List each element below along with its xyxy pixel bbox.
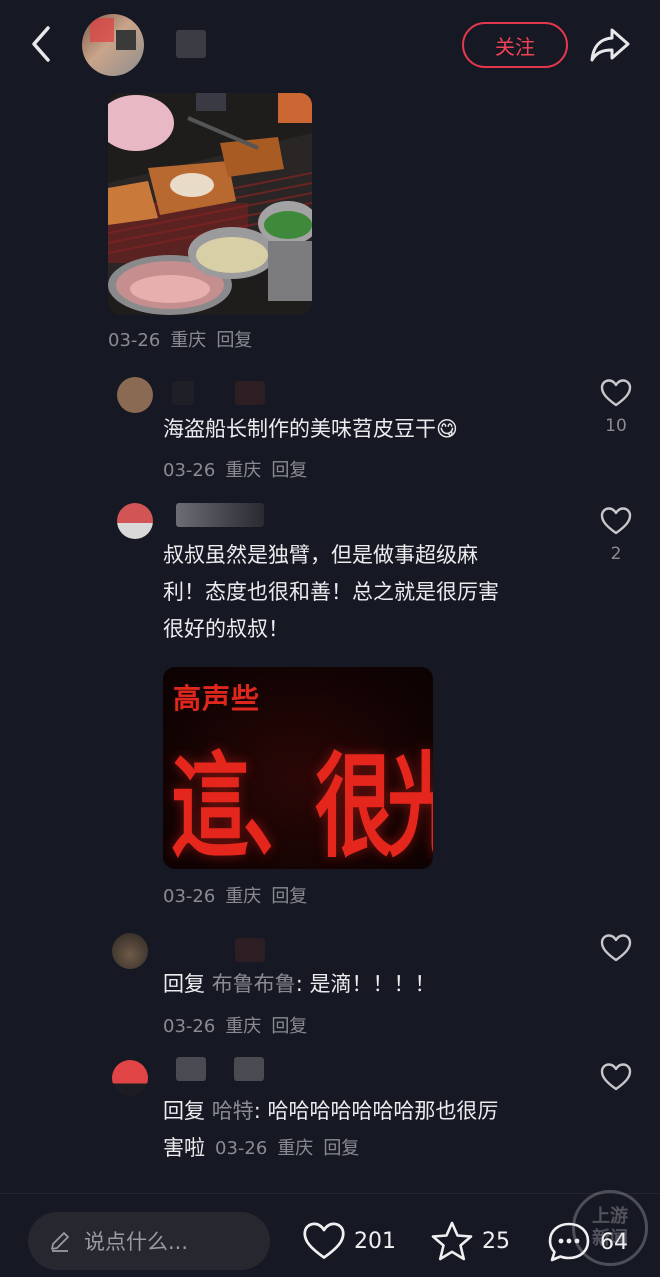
like-count: 201 xyxy=(354,1228,396,1254)
watermark-line: 新闻 xyxy=(592,1228,628,1249)
comment-username-blurred[interactable] xyxy=(176,503,264,527)
comment-text-body: 海盗船长制作的美味苕皮豆干 xyxy=(163,417,436,441)
heart-icon xyxy=(303,1222,345,1259)
reply-text-body: : 哈哈哈哈哈哈哈那也很厉 xyxy=(253,1099,499,1123)
comment-avatar[interactable] xyxy=(117,377,153,413)
shangyou-news-watermark: 上游 新闻 xyxy=(572,1190,648,1266)
heart-icon xyxy=(600,379,632,407)
follow-button[interactable]: 关注 xyxy=(462,22,568,68)
comment-meta: 03-26 重庆 回复 xyxy=(163,456,317,482)
reply-text: 回复 哈特: 哈哈哈哈哈哈哈那也很厉 害啦 03-26 重庆 回复 xyxy=(163,1093,563,1167)
comment-like-button[interactable]: 10 xyxy=(596,378,636,436)
reply-like-button[interactable] xyxy=(596,1062,636,1096)
favorite-button[interactable]: 25 xyxy=(430,1220,510,1262)
comment-sticker-image[interactable]: 高声些 這、很光彩! xyxy=(163,667,433,869)
comment-like-button[interactable]: 2 xyxy=(596,506,636,564)
comment-like-count: 10 xyxy=(605,416,627,436)
post-image-food-grill[interactable] xyxy=(108,93,312,315)
comment-meta: 03-26 重庆 回复 xyxy=(163,882,317,908)
heart-icon xyxy=(600,1063,632,1091)
reply-mention[interactable]: 布鲁布鲁 xyxy=(212,972,296,996)
reply-meta: 03-26 重庆 回复 xyxy=(163,1012,317,1038)
yum-emoji: 😋 xyxy=(436,417,458,441)
watermark-line: 上游 xyxy=(592,1206,628,1227)
comment-text-line: 很好的叔叔！ xyxy=(163,617,289,641)
comment-input[interactable]: 说点什么... xyxy=(28,1212,270,1270)
heart-icon xyxy=(600,934,632,962)
like-button[interactable]: 201 xyxy=(302,1220,396,1262)
reply-text-body: : 是滴！！！！ xyxy=(295,972,436,996)
reply-location: 重庆 xyxy=(277,1138,314,1159)
comment-date: 03-26 xyxy=(163,886,216,907)
share-button[interactable] xyxy=(586,22,634,66)
comment-text-line: 利！态度也很和善！总之就是很厉害 xyxy=(163,580,499,604)
author-name-blurred[interactable] xyxy=(176,30,206,58)
reply-text: 回复 布鲁布鲁: 是滴！！！！ xyxy=(163,966,435,1003)
comment-location: 重庆 xyxy=(225,886,262,907)
heart-icon xyxy=(600,507,632,535)
reply-like-button[interactable] xyxy=(596,933,636,967)
reply-prefix: 回复 xyxy=(163,972,205,996)
reply-text-line: 害啦 xyxy=(163,1136,205,1160)
reply-avatar[interactable] xyxy=(112,933,148,969)
back-button[interactable] xyxy=(22,22,62,66)
post-date: 03-26 xyxy=(108,330,161,351)
author-avatar[interactable] xyxy=(82,14,144,76)
reply-username-blurred[interactable] xyxy=(235,938,265,962)
pencil-icon xyxy=(51,1232,69,1252)
comment-text-line: 叔叔虽然是独臂，但是做事超级麻 xyxy=(163,543,478,567)
reply-username-blurred[interactable] xyxy=(234,1057,264,1081)
sticker-small-text: 高声些 xyxy=(173,682,261,715)
comment-text: 海盗船长制作的美味苕皮豆干😋 xyxy=(163,411,458,448)
chevron-left-icon xyxy=(32,26,50,62)
bottom-divider xyxy=(0,1193,660,1194)
star-icon xyxy=(431,1221,473,1261)
comment-date: 03-26 xyxy=(163,460,216,481)
post-meta: 03-26 重庆 回复 xyxy=(108,326,262,352)
comment-input-placeholder: 说点什么... xyxy=(84,1230,189,1254)
share-icon xyxy=(590,28,630,62)
comment-like-count: 2 xyxy=(610,544,622,564)
reply-meta: 03-26 重庆 回复 xyxy=(215,1130,369,1167)
reply-avatar[interactable] xyxy=(112,1060,148,1096)
post-reply-link[interactable]: 回复 xyxy=(216,330,252,351)
comment-username-blurred[interactable] xyxy=(172,381,194,405)
comment-location: 重庆 xyxy=(225,460,262,481)
comment-reply-link[interactable]: 回复 xyxy=(271,886,307,907)
reply-username-blurred[interactable] xyxy=(176,1057,206,1081)
comment-text: 叔叔虽然是独臂，但是做事超级麻 利！态度也很和善！总之就是很厉害 很好的叔叔！ xyxy=(163,537,563,648)
reply-date: 03-26 xyxy=(215,1138,268,1159)
comment-avatar[interactable] xyxy=(117,503,153,539)
comment-reply-link[interactable]: 回复 xyxy=(271,460,307,481)
reply-date: 03-26 xyxy=(163,1016,216,1037)
reply-location: 重庆 xyxy=(225,1016,262,1037)
reply-reply-link[interactable]: 回复 xyxy=(271,1016,307,1037)
comment-username-blurred[interactable] xyxy=(235,381,265,405)
sticker-big-text: 這、很光彩! xyxy=(171,741,433,869)
reply-reply-link[interactable]: 回复 xyxy=(323,1138,359,1159)
post-location: 重庆 xyxy=(170,330,207,351)
reply-prefix: 回复 xyxy=(163,1099,205,1123)
reply-mention[interactable]: 哈特 xyxy=(212,1099,254,1123)
favorite-count: 25 xyxy=(482,1228,510,1254)
